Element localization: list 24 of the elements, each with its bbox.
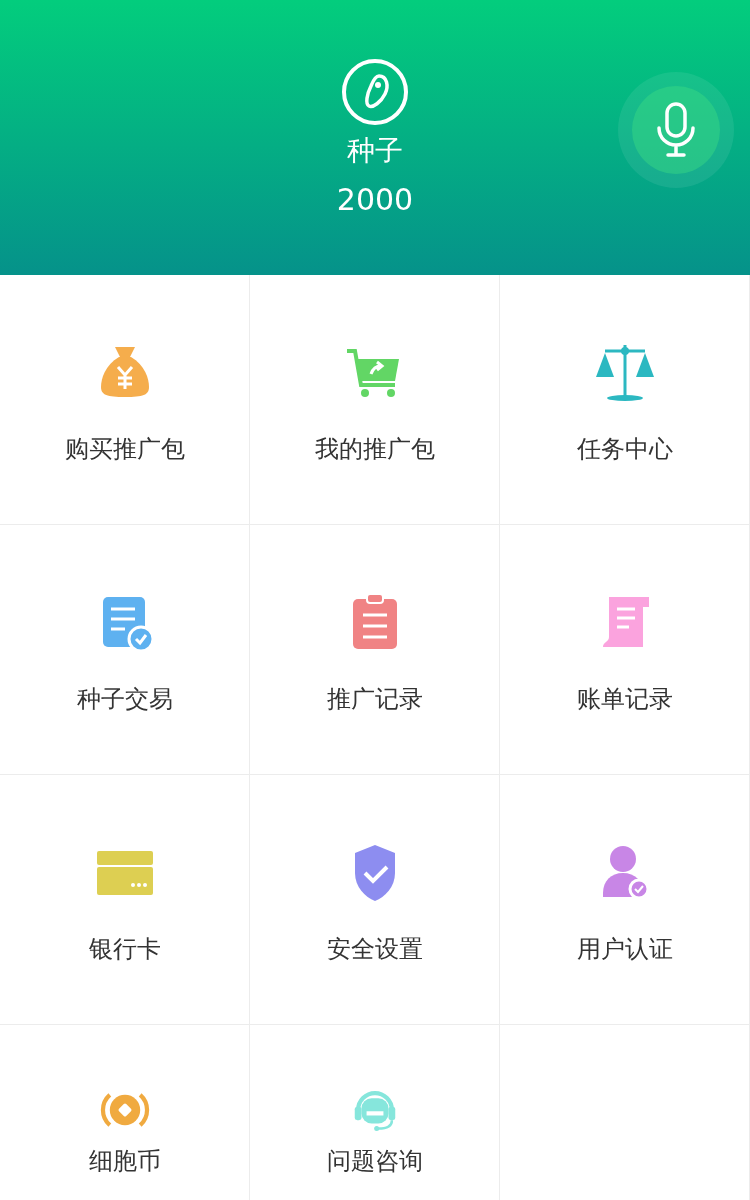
- menu-tile[interactable]: 购买推广包: [0, 275, 250, 525]
- seed-amount: 2000: [336, 181, 414, 218]
- tile-label: 我的推广包: [314, 434, 435, 465]
- tile-label: 购买推广包: [64, 434, 185, 465]
- menu-tile[interactable]: 种子交易: [0, 525, 250, 775]
- tile-label: 银行卡: [88, 934, 161, 965]
- menu-tile[interactable]: 账单记录: [500, 525, 750, 775]
- menu-tile[interactable]: 安全设置: [250, 775, 500, 1025]
- seed-title: 种子: [347, 134, 403, 168]
- menu-tile[interactable]: 用户认证: [500, 775, 750, 1025]
- tile-label: 种子交易: [76, 684, 173, 715]
- seed-icon: [341, 58, 409, 126]
- tile-label: 问题咨询: [326, 1146, 423, 1177]
- menu-tile[interactable]: 银行卡: [0, 775, 250, 1025]
- menu-tile[interactable]: 任务中心: [500, 275, 750, 525]
- tile-label: 推广记录: [326, 684, 423, 715]
- tile-label: 用户认证: [576, 934, 673, 965]
- tile-label: 安全设置: [326, 934, 423, 965]
- microphone-icon: [656, 102, 696, 158]
- menu-tile[interactable]: 我的推广包: [250, 275, 500, 525]
- tile-label: 细胞币: [88, 1146, 161, 1177]
- tile-label: 任务中心: [576, 434, 673, 465]
- menu-tile[interactable]: 推广记录: [250, 525, 500, 775]
- tile-label: 账单记录: [576, 684, 673, 715]
